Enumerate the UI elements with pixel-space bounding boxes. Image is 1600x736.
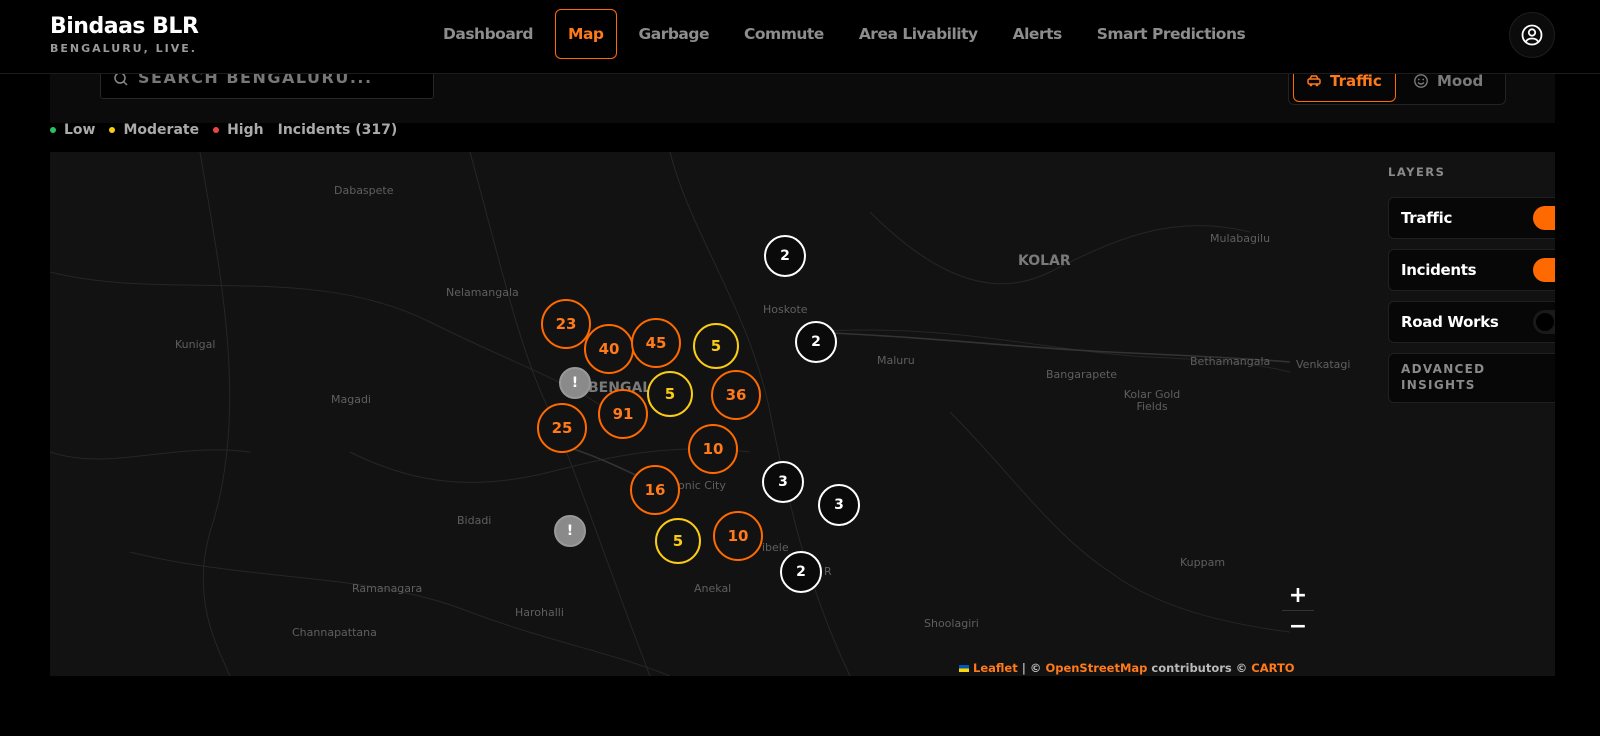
incident-cluster[interactable]: 91 (598, 389, 648, 439)
high-dot-icon (213, 127, 220, 133)
advanced-insights-label: ADVANCED INSIGHTS (1401, 362, 1486, 392)
mode-mood-label: Mood (1437, 72, 1484, 90)
incident-cluster[interactable]: 45 (631, 318, 681, 368)
alert-marker[interactable]: ! (554, 515, 586, 547)
attribution-sep: | © (1017, 661, 1046, 675)
profile-button[interactable] (1509, 12, 1555, 58)
layer-label: Road Works (1401, 313, 1499, 331)
legend-high: High (227, 122, 264, 138)
place-label: Shoolagiri (924, 617, 979, 630)
zoom-in-button[interactable]: + (1282, 580, 1314, 610)
osm-link[interactable]: OpenStreetMap (1045, 661, 1147, 675)
place-label: Hoskote (763, 303, 808, 316)
layer-traffic-toggle[interactable] (1533, 206, 1555, 230)
smile-icon (1414, 74, 1428, 88)
incident-cluster[interactable]: 10 (713, 511, 763, 561)
nav-alerts[interactable]: Alerts (1000, 9, 1075, 59)
incident-cluster[interactable]: 2 (795, 321, 837, 363)
layer-incidents-row[interactable]: Incidents (1388, 249, 1555, 291)
map-attribution: Leaflet | © OpenStreetMap contributors ©… (955, 661, 1299, 675)
layer-traffic-row[interactable]: Traffic (1388, 197, 1555, 239)
incident-cluster[interactable]: 2 (764, 235, 806, 277)
place-label: Mulabagilu (1210, 232, 1271, 245)
place-label: Magadi (331, 393, 371, 406)
attribution-contributors: contributors © (1147, 661, 1252, 675)
nav-commute[interactable]: Commute (731, 9, 837, 59)
legend-incidents-count: Incidents (317) (277, 122, 398, 138)
map-toolbar: SEARCH BENGALURU... Traffic Mood (50, 59, 1555, 123)
legend-low: Low (64, 122, 96, 138)
brand[interactable]: Bindaas BLR BENGALURU, LIVE. (50, 14, 199, 55)
place-label: Maluru (877, 354, 915, 367)
map-canvas[interactable]: Dabaspete Nelamangala Kunigal Magadi Bid… (50, 152, 1555, 676)
place-label: Channapattana (292, 626, 377, 639)
zoom-out-button[interactable]: − (1282, 611, 1314, 641)
advanced-insights-dropdown[interactable]: ADVANCED INSIGHTS (1388, 353, 1555, 403)
ukraine-flag-icon (959, 665, 969, 672)
user-icon (1521, 24, 1543, 46)
layer-road-works-toggle[interactable] (1533, 310, 1555, 334)
incident-cluster[interactable]: 5 (647, 371, 693, 417)
brand-subtitle: BENGALURU, LIVE. (50, 42, 197, 55)
nav-garbage[interactable]: Garbage (626, 9, 723, 59)
app-header: Bindaas BLR BENGALURU, LIVE. Dashboard M… (0, 0, 1600, 74)
alert-marker[interactable]: ! (559, 367, 591, 399)
map-tiles (50, 152, 1291, 676)
layers-title: LAYERS (1388, 165, 1446, 179)
place-label: Harohalli (515, 606, 564, 619)
brand-title: Bindaas BLR (50, 14, 199, 39)
place-label: Kunigal (175, 338, 216, 351)
place-label: Venkatagi (1296, 358, 1351, 371)
incident-cluster[interactable]: 10 (688, 424, 738, 474)
incident-cluster[interactable]: 2 (780, 551, 822, 593)
place-label: Nelamangala (446, 286, 519, 299)
leaflet-link[interactable]: Leaflet (973, 661, 1018, 675)
incident-cluster[interactable]: 36 (711, 370, 761, 420)
mode-traffic-label: Traffic (1330, 72, 1382, 90)
incident-cluster[interactable]: 5 (693, 323, 739, 369)
low-dot-icon (50, 127, 56, 133)
place-label: Kolar Gold Fields (1123, 388, 1181, 413)
nav-dashboard[interactable]: Dashboard (430, 9, 546, 59)
layers-panel: LAYERS Traffic Incidents Road Works ADVA… (1388, 152, 1555, 403)
layer-label: Traffic (1401, 209, 1453, 227)
main-nav: Dashboard Map Garbage Commute Area Livab… (430, 9, 1267, 61)
layer-incidents-toggle[interactable] (1533, 258, 1555, 282)
place-label: Kuppam (1180, 556, 1226, 569)
place-label: Ramanagara (352, 582, 423, 595)
place-label: R (824, 565, 832, 578)
moderate-dot-icon (109, 127, 116, 133)
incident-cluster[interactable]: 5 (655, 518, 701, 564)
carto-link[interactable]: CARTO (1251, 661, 1294, 675)
map-legend: Low Moderate High Incidents (317) (50, 122, 411, 138)
layer-road-works-row[interactable]: Road Works (1388, 301, 1555, 343)
place-label: Anekal (694, 582, 732, 595)
layer-label: Incidents (1401, 261, 1477, 279)
nav-map[interactable]: Map (555, 9, 617, 59)
incident-cluster[interactable]: 23 (541, 299, 591, 349)
incident-cluster[interactable]: 3 (818, 484, 860, 526)
nav-smart-predictions[interactable]: Smart Predictions (1084, 9, 1258, 59)
zoom-control: + − (1282, 580, 1314, 641)
place-label: Bethamangala (1190, 355, 1271, 368)
incident-cluster[interactable]: 3 (762, 461, 804, 503)
legend-moderate: Moderate (123, 122, 200, 138)
place-label: Bidadi (457, 514, 492, 527)
place-label: KOLAR (1018, 253, 1071, 269)
incident-cluster[interactable]: 25 (537, 403, 587, 453)
place-label: Dabaspete (334, 184, 394, 197)
incident-cluster[interactable]: 40 (584, 324, 634, 374)
toggle-knob (1536, 313, 1554, 331)
place-label: onic City (678, 479, 726, 492)
nav-area-livability[interactable]: Area Livability (846, 9, 991, 59)
traffic-icon (1307, 75, 1321, 87)
place-label: Bangarapete (1046, 368, 1118, 381)
incident-cluster[interactable]: 16 (630, 465, 680, 515)
place-label: ibele (762, 541, 789, 554)
